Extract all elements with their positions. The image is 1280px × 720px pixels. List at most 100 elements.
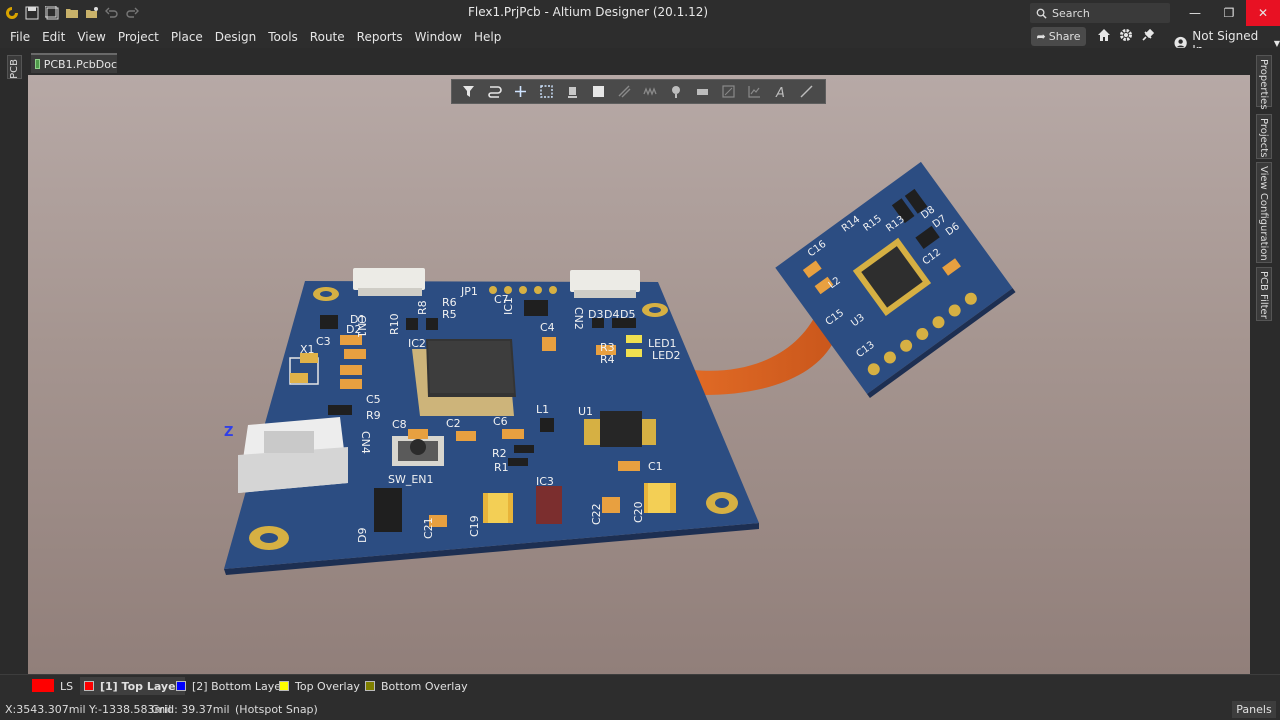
layer-color-swatch [176, 681, 186, 691]
layer-tab-bottom-overlay[interactable]: Bottom Overlay [361, 677, 472, 695]
svg-text:C19: C19 [468, 515, 481, 537]
svg-text:D5: D5 [620, 308, 635, 321]
diffpair-icon[interactable] [614, 82, 634, 102]
filter-icon[interactable] [458, 82, 478, 102]
layer-color-swatch [84, 681, 94, 691]
restore-icon: ❐ [1223, 6, 1235, 20]
restore-button[interactable]: ❐ [1212, 0, 1246, 26]
svg-text:C21: C21 [422, 517, 435, 539]
via-icon[interactable] [666, 82, 686, 102]
chevron-down-icon: ▼ [1273, 38, 1280, 48]
text-icon[interactable]: A [770, 82, 790, 102]
select-rect-icon[interactable] [536, 82, 556, 102]
usb-connector [238, 417, 348, 493]
add-icon[interactable] [510, 82, 530, 102]
layer-set-color-swatch[interactable] [32, 679, 54, 692]
home-icon[interactable] [1097, 28, 1111, 42]
menu-bar: File Edit View Project Place Design Tools Route… [0, 26, 1280, 48]
layer-tab-top-overlay[interactable]: Top Overlay [275, 677, 364, 695]
layer-tab-top[interactable]: [1] Top Layer [80, 677, 185, 695]
close-icon: ✕ [1257, 6, 1269, 20]
search-placeholder: Search [1052, 6, 1090, 20]
left-panel-strip [0, 48, 28, 674]
panel-tab-view-configuration[interactable]: View Configuration [1256, 162, 1272, 263]
cursor-coordinates: X:3543.307mil Y:-1338.583mil [5, 703, 172, 716]
tab-pcb1-pcbdoc[interactable]: PCB1.PcbDoc [31, 53, 117, 73]
menu-view[interactable]: View [71, 26, 111, 48]
svg-text:R8: R8 [416, 300, 429, 315]
line-icon[interactable] [796, 82, 816, 102]
svg-text:C20: C20 [632, 501, 645, 523]
snap-mode: (Hotspot Snap) [235, 703, 318, 716]
grid-size: Grid: 39.37mil [151, 703, 230, 716]
menu-design[interactable]: Design [209, 26, 262, 48]
tuning-icon[interactable] [640, 82, 660, 102]
svg-text:LED2: LED2 [652, 349, 681, 362]
svg-text:R10: R10 [388, 313, 401, 335]
svg-text:SW_EN1: SW_EN1 [388, 473, 434, 486]
layer-color-swatch [365, 681, 375, 691]
share-label: Share [1048, 30, 1081, 43]
svg-text:U1: U1 [578, 405, 593, 418]
pcb-3d-render: JP1 R6 R5 C7 IC1 R8 R10 CN1 CN2 D1 D2 C3… [224, 161, 1016, 575]
active-bar-toolbar: A [451, 79, 826, 104]
menu-route[interactable]: Route [304, 26, 351, 48]
menu-edit[interactable]: Edit [36, 26, 71, 48]
menu-file[interactable]: File [4, 26, 36, 48]
fill-icon[interactable] [588, 82, 608, 102]
svg-text:D9: D9 [356, 528, 369, 543]
panel-tab-pcb-filter[interactable]: PCB Filter [1256, 267, 1272, 321]
svg-text:IC1: IC1 [502, 297, 515, 315]
svg-text:CN4: CN4 [359, 431, 372, 454]
z-axis-label: Z [224, 425, 233, 440]
svg-text:C8: C8 [392, 418, 407, 431]
pcb-3d-viewport[interactable]: JP1 R6 R5 C7 IC1 R8 R10 CN1 CN2 D1 D2 C3… [28, 75, 1250, 674]
svg-text:D3: D3 [588, 308, 603, 321]
panel-tab-projects[interactable]: Projects [1256, 114, 1272, 159]
svg-text:R9: R9 [366, 409, 381, 422]
title-bar: Flex1.PrjPcb - Altium Designer (20.1.12)… [0, 0, 1280, 26]
close-button[interactable]: ✕ [1246, 0, 1280, 26]
switch-sw-en1 [392, 436, 444, 466]
panels-button[interactable]: Panels [1232, 701, 1276, 718]
svg-text:IC3: IC3 [536, 475, 554, 488]
window-title: Flex1.PrjPcb - Altium Designer (20.1.12) [467, 5, 709, 19]
svg-text:X1: X1 [300, 343, 315, 356]
svg-text:C4: C4 [540, 321, 555, 334]
region-icon[interactable] [692, 82, 712, 102]
notifications-icon[interactable] [1141, 28, 1155, 42]
search-icon [1036, 8, 1047, 19]
share-button[interactable]: ➦ Share [1031, 27, 1086, 46]
svg-text:JP1: JP1 [460, 285, 478, 298]
layer-color-swatch [279, 681, 289, 691]
share-icon: ➦ [1036, 30, 1046, 43]
document-tab-bar [0, 48, 1280, 75]
svg-text:R4: R4 [600, 353, 615, 366]
svg-text:D4: D4 [604, 308, 619, 321]
svg-text:C6: C6 [493, 415, 508, 428]
menu-window[interactable]: Window [409, 26, 468, 48]
tab-label: PCB1.PcbDoc [43, 57, 117, 71]
panel-tab-pcb[interactable]: PCB [7, 55, 22, 79]
menu-help[interactable]: Help [468, 26, 507, 48]
panel-tab-properties[interactable]: Properties [1256, 55, 1272, 110]
menu-tools[interactable]: Tools [262, 26, 304, 48]
main-ic-chip [412, 339, 516, 416]
keepout-icon[interactable] [718, 82, 738, 102]
svg-text:R1: R1 [494, 461, 509, 474]
svg-text:C3: C3 [316, 335, 331, 348]
minimize-button[interactable]: — [1178, 0, 1212, 26]
menu-reports[interactable]: Reports [351, 26, 409, 48]
svg-text:C5: C5 [366, 393, 381, 406]
layer-set-button[interactable]: LS [56, 677, 77, 695]
svg-text:C22: C22 [590, 503, 603, 525]
menu-place[interactable]: Place [165, 26, 209, 48]
layer-tab-bottom[interactable]: [2] Bottom Layer [172, 677, 290, 695]
menu-project[interactable]: Project [112, 26, 165, 48]
component-icon[interactable] [562, 82, 582, 102]
search-input[interactable]: Search [1030, 3, 1170, 23]
chart-icon[interactable] [744, 82, 764, 102]
svg-text:R5: R5 [442, 308, 457, 321]
route-icon[interactable] [484, 82, 504, 102]
gear-icon[interactable] [1119, 28, 1133, 42]
